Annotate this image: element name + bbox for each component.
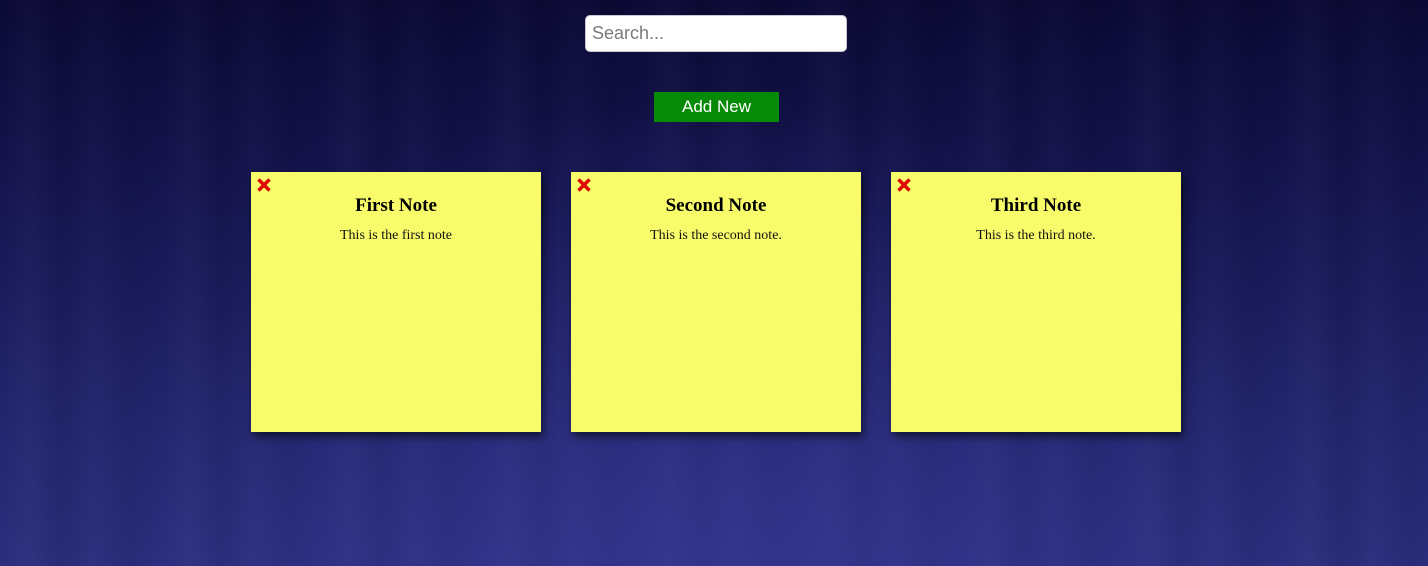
close-x-icon[interactable] — [896, 177, 912, 193]
note-body: This is the first note — [340, 228, 452, 243]
note-title: Second Note — [665, 195, 767, 216]
search-input[interactable] — [585, 15, 847, 52]
add-new-button[interactable]: Add New — [654, 92, 779, 122]
note-card[interactable]: Second Note This is the second note. — [571, 172, 861, 432]
note-card[interactable]: First Note This is the first note — [251, 172, 541, 432]
close-x-icon[interactable] — [256, 177, 272, 193]
search-bar — [585, 15, 847, 52]
close-x-icon[interactable] — [576, 177, 592, 193]
notes-board: First Note This is the first note Second… — [251, 172, 1181, 432]
note-body: This is the third note. — [976, 228, 1096, 243]
note-title: First Note — [355, 195, 437, 216]
note-card[interactable]: Third Note This is the third note. — [891, 172, 1181, 432]
note-title: Third Note — [990, 195, 1082, 216]
note-body: This is the second note. — [650, 228, 782, 243]
